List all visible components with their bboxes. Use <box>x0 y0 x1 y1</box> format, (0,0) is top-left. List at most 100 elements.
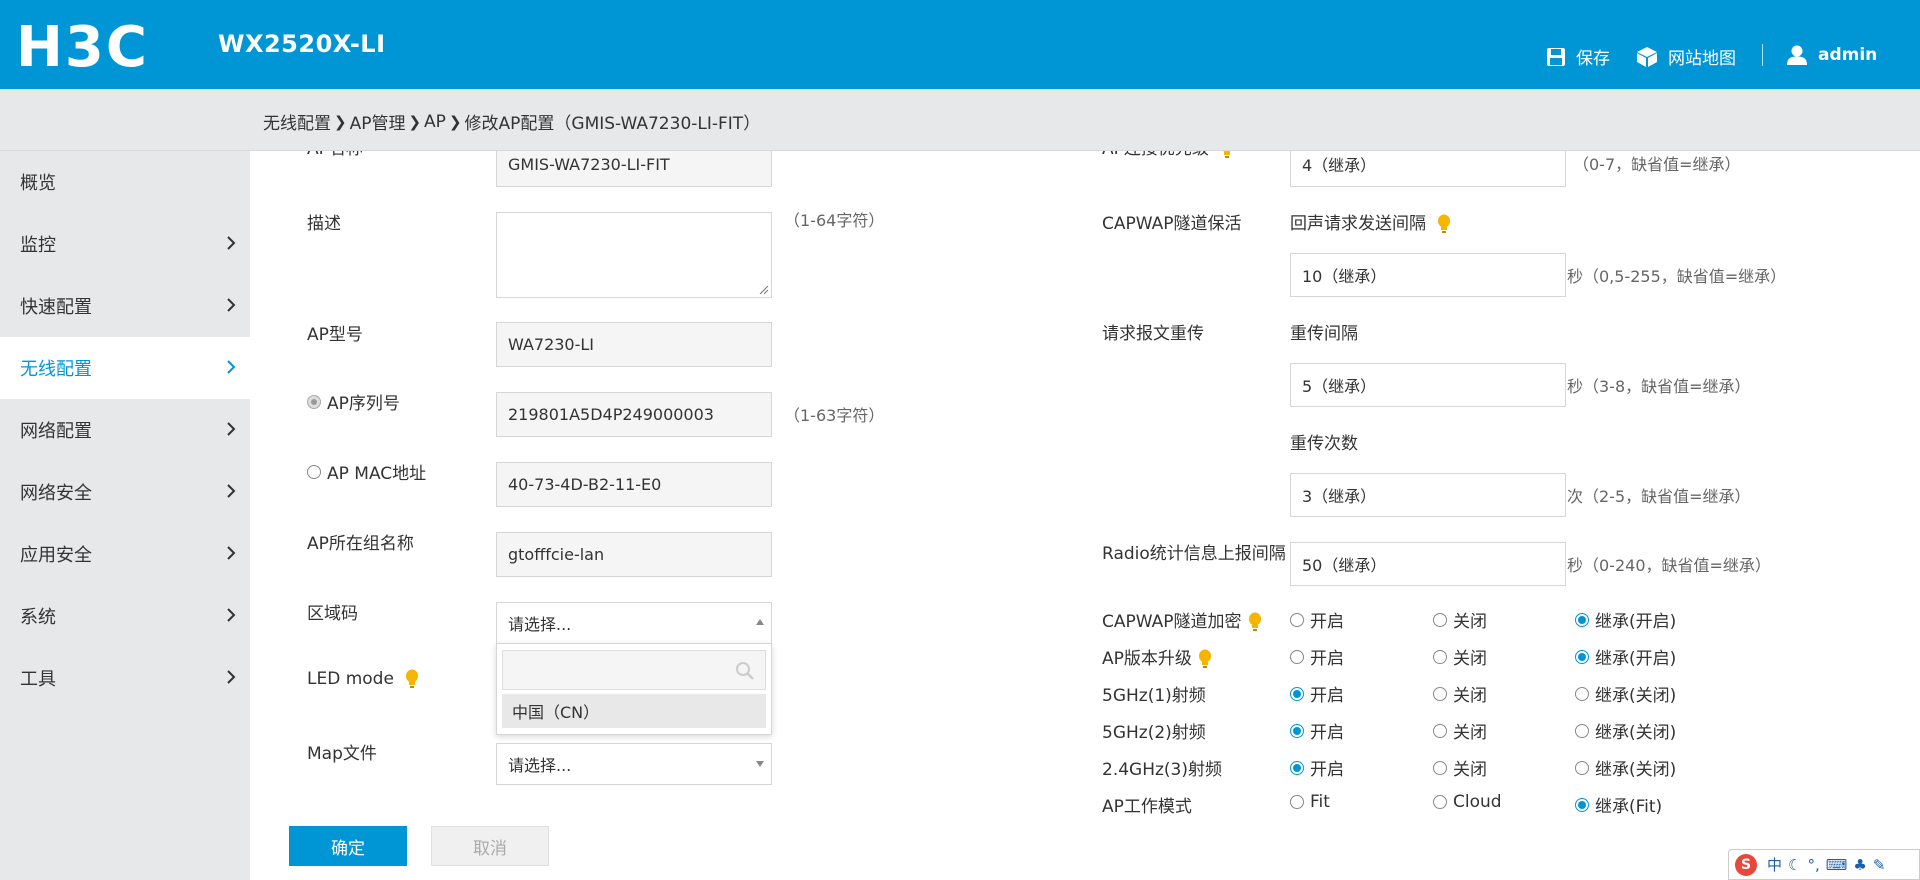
sidebar-item-label: 工具 <box>20 669 56 690</box>
sidebar-item-app-security[interactable]: 应用安全 <box>0 523 250 585</box>
radio-stats-interval-input[interactable]: 50（继承） <box>1290 542 1566 586</box>
echo-interval-input[interactable]: 10（继承） <box>1290 253 1566 297</box>
sidebar-item-label: 网络安全 <box>20 483 92 504</box>
sidebar-item-quick-config[interactable]: 快速配置 <box>0 275 250 337</box>
map-file-value: 请选择... <box>508 756 572 775</box>
sidebar-item-label: 无线配置 <box>20 359 92 380</box>
sidebar-item-label: 快速配置 <box>20 297 92 318</box>
radio-option[interactable]: 关闭 <box>1433 755 1487 780</box>
lightbulb-icon[interactable] <box>1248 612 1262 632</box>
chevron-right-icon <box>227 236 236 250</box>
resize-handle-icon <box>759 285 769 295</box>
radio-option[interactable]: 继承(Fit) <box>1575 792 1662 817</box>
confirm-button[interactable]: 确定 <box>289 826 407 866</box>
lightbulb-icon[interactable] <box>405 669 419 689</box>
radio-row-label: 2.4GHz(3)射频 <box>1102 755 1222 780</box>
sidebar-item-overview[interactable]: 概览 <box>0 151 250 213</box>
ap-group-label: AP所在组名称 <box>307 534 414 554</box>
sitemap-button[interactable]: 网站地图 <box>1636 44 1736 69</box>
breadcrumb-item[interactable]: 无线配置 <box>263 109 331 134</box>
skin-icon[interactable]: ♣ <box>1853 856 1866 874</box>
punctuation-icon[interactable]: °, <box>1807 856 1819 874</box>
header-divider <box>1762 44 1763 66</box>
breadcrumb-item[interactable]: AP管理 <box>350 109 406 134</box>
chevron-right-icon: ❯ <box>408 112 422 131</box>
ime-mode-indicator[interactable]: 中 <box>1767 854 1782 875</box>
ime-toolbar[interactable]: S 中 ☾ °, ⌨ ♣ ✎ <box>1728 849 1920 880</box>
ap-mac-field[interactable]: 40-73-4D-B2-11-E0 <box>496 462 772 507</box>
save-icon <box>1547 47 1565 66</box>
radio-option-label: 关闭 <box>1453 723 1487 743</box>
ap-mac-radio[interactable]: AP MAC地址 <box>307 459 426 484</box>
radio-dot <box>1433 612 1447 627</box>
radio-option[interactable]: 继承(开启) <box>1575 607 1676 632</box>
ap-serial-radio[interactable]: AP序列号 <box>307 389 400 414</box>
radio-option-label: 继承(Fit) <box>1595 797 1663 817</box>
description-textarea[interactable] <box>496 212 772 298</box>
radio-dot <box>1290 649 1304 664</box>
radio-option[interactable]: 关闭 <box>1433 644 1487 669</box>
radio-option[interactable]: Fit <box>1290 792 1330 812</box>
radio-option[interactable]: 开启 <box>1290 681 1344 706</box>
lightbulb-icon[interactable] <box>1220 151 1234 159</box>
breadcrumb-item[interactable]: AP <box>424 112 446 132</box>
sidebar-item-system[interactable]: 系统 <box>0 585 250 647</box>
ap-name-field[interactable]: GMIS-WA7230-LI-FIT <box>496 151 772 187</box>
sidebar-item-tools[interactable]: 工具 <box>0 647 250 709</box>
radio-option[interactable]: 开启 <box>1290 755 1344 780</box>
lightbulb-icon[interactable] <box>1198 649 1212 669</box>
radio-row-text: CAPWAP隧道加密 <box>1102 612 1242 632</box>
radio-dot <box>1575 686 1589 701</box>
region-option-cn[interactable]: 中国（CN） <box>502 694 766 728</box>
radio-option[interactable]: 关闭 <box>1433 681 1487 706</box>
radio-option-label: 开启 <box>1310 649 1344 669</box>
led-mode-label: LED mode <box>307 669 419 689</box>
cancel-button[interactable]: 取消 <box>431 826 549 866</box>
radio-option[interactable]: 开启 <box>1290 644 1344 669</box>
radio-option[interactable]: Cloud <box>1433 792 1502 812</box>
radio-option[interactable]: 开启 <box>1290 607 1344 632</box>
search-icon <box>736 662 754 680</box>
region-code-dropdown: 中国（CN） <box>496 643 772 735</box>
ap-priority-input[interactable]: 4（继承） <box>1290 151 1566 187</box>
radio-option[interactable]: 开启 <box>1290 718 1344 743</box>
moon-icon[interactable]: ☾ <box>1788 856 1801 874</box>
region-code-value: 请选择... <box>508 615 572 634</box>
radio-row-label: AP工作模式 <box>1102 792 1192 817</box>
region-search-input[interactable] <box>502 650 766 690</box>
user-menu[interactable]: admin <box>1786 44 1877 66</box>
ap-group-field[interactable]: gtofffcie-lan <box>496 532 772 577</box>
chevron-right-icon <box>227 422 236 436</box>
cube-icon <box>1637 46 1657 67</box>
radio-option-label: 继承(开启) <box>1595 649 1677 669</box>
radio-option[interactable]: 继承(开启) <box>1575 644 1676 669</box>
radio-row-label: CAPWAP隧道加密 <box>1102 607 1262 632</box>
ap-priority-hint: （0-7，缺省值=继承） <box>1573 155 1741 174</box>
ap-model-field[interactable]: WA7230-LI <box>496 322 772 367</box>
ap-model-label: AP型号 <box>307 325 363 345</box>
radio-option[interactable]: 继承(关闭) <box>1575 681 1676 706</box>
retransmit-interval-input[interactable]: 5（继承） <box>1290 363 1566 407</box>
wrench-icon[interactable]: ✎ <box>1873 856 1886 874</box>
ap-serial-field[interactable]: 219801A5D4P249000003 <box>496 392 772 437</box>
region-code-select[interactable]: 请选择... <box>496 602 772 644</box>
radio-option[interactable]: 继承(关闭) <box>1575 718 1676 743</box>
radio-stats-interval-hint: 秒（0-240，缺省值=继承） <box>1567 556 1771 575</box>
radio-option-label: 关闭 <box>1453 649 1487 669</box>
radio-option[interactable]: 关闭 <box>1433 607 1487 632</box>
radio-option[interactable]: 关闭 <box>1433 718 1487 743</box>
retransmit-count-input[interactable]: 3（继承） <box>1290 473 1566 517</box>
map-file-select[interactable]: 请选择... <box>496 743 772 785</box>
sidebar-item-network-security[interactable]: 网络安全 <box>0 461 250 523</box>
save-button[interactable]: 保存 <box>1546 44 1610 69</box>
sidebar-item-monitor[interactable]: 监控 <box>0 213 250 275</box>
sidebar-item-wireless-config[interactable]: 无线配置 <box>0 337 250 399</box>
keyboard-icon[interactable]: ⌨ <box>1826 856 1848 874</box>
radio-row-label: 5GHz(2)射频 <box>1102 718 1206 743</box>
radio-option[interactable]: 继承(关闭) <box>1575 755 1676 780</box>
lightbulb-icon[interactable] <box>1437 214 1451 234</box>
sidebar-item-network-config[interactable]: 网络配置 <box>0 399 250 461</box>
chevron-right-icon <box>227 670 236 684</box>
radio-dot <box>1290 760 1304 775</box>
ap-priority-label: AP连接优先级 <box>1102 151 1234 159</box>
